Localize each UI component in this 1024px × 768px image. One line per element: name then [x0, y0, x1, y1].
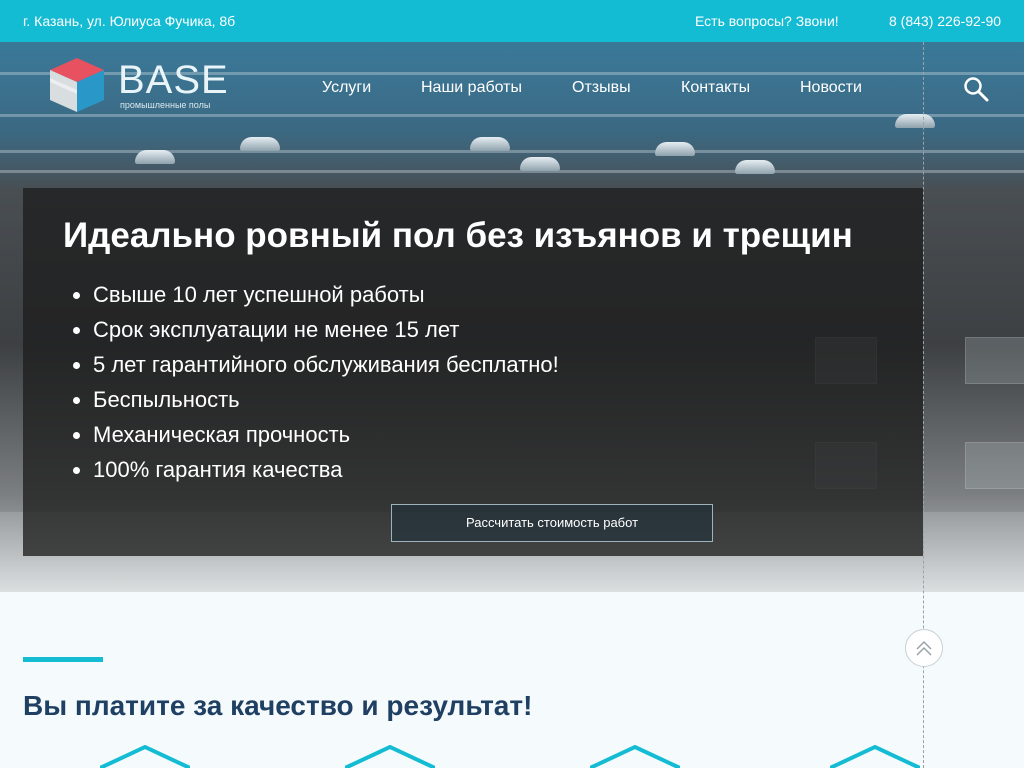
phone-link[interactable]: 8 (843) 226-92-90 [889, 13, 1001, 29]
logo[interactable]: BASE промышленные полы [48, 56, 228, 116]
logo-cube-icon [50, 58, 104, 112]
nav-item-reviews[interactable]: Отзывы [572, 79, 631, 97]
nav-item-services[interactable]: Услуги [322, 79, 371, 97]
feature-triangle-icon [100, 745, 190, 768]
section-accent-bar [23, 657, 103, 662]
benefit-item: Беспыльность [93, 388, 559, 423]
question-text: Есть вопросы? Звони! [695, 13, 839, 29]
address-text: г. Казань, ул. Юлиуса Фучика, 8б [23, 13, 236, 29]
nav-item-news[interactable]: Новости [800, 79, 862, 97]
benefit-item: Механическая прочность [93, 423, 559, 458]
feature-triangle-icon [345, 745, 435, 768]
benefit-item: Срок эксплуатации не менее 15 лет [93, 318, 559, 353]
calculate-cost-button[interactable]: Рассчитать стоимость работ [391, 504, 713, 542]
logo-brand: BASE [118, 58, 229, 102]
benefit-item: 100% гарантия качества [93, 458, 559, 493]
logo-tagline: промышленные полы [120, 100, 211, 110]
section-title: Вы платите за качество и результат! [23, 690, 533, 721]
hero-title: Идеально ровный пол без изъянов и трещин [63, 216, 853, 255]
feature-triangle-icon [590, 745, 680, 768]
top-bar: г. Казань, ул. Юлиуса Фучика, 8б Есть во… [0, 0, 1024, 42]
benefit-item: 5 лет гарантийного обслуживания бесплатн… [93, 353, 559, 388]
search-icon[interactable] [963, 76, 989, 102]
nav-item-contacts[interactable]: Контакты [681, 79, 750, 97]
hero-panel: Идеально ровный пол без изъянов и трещин… [23, 188, 923, 556]
feature-triangle-icon [830, 745, 920, 768]
nav-item-works[interactable]: Наши работы [421, 79, 522, 97]
benefits-list: Свыше 10 лет успешной работы Срок эксплу… [73, 283, 559, 493]
scroll-up-icon[interactable] [905, 629, 943, 667]
benefit-item: Свыше 10 лет успешной работы [93, 283, 559, 318]
